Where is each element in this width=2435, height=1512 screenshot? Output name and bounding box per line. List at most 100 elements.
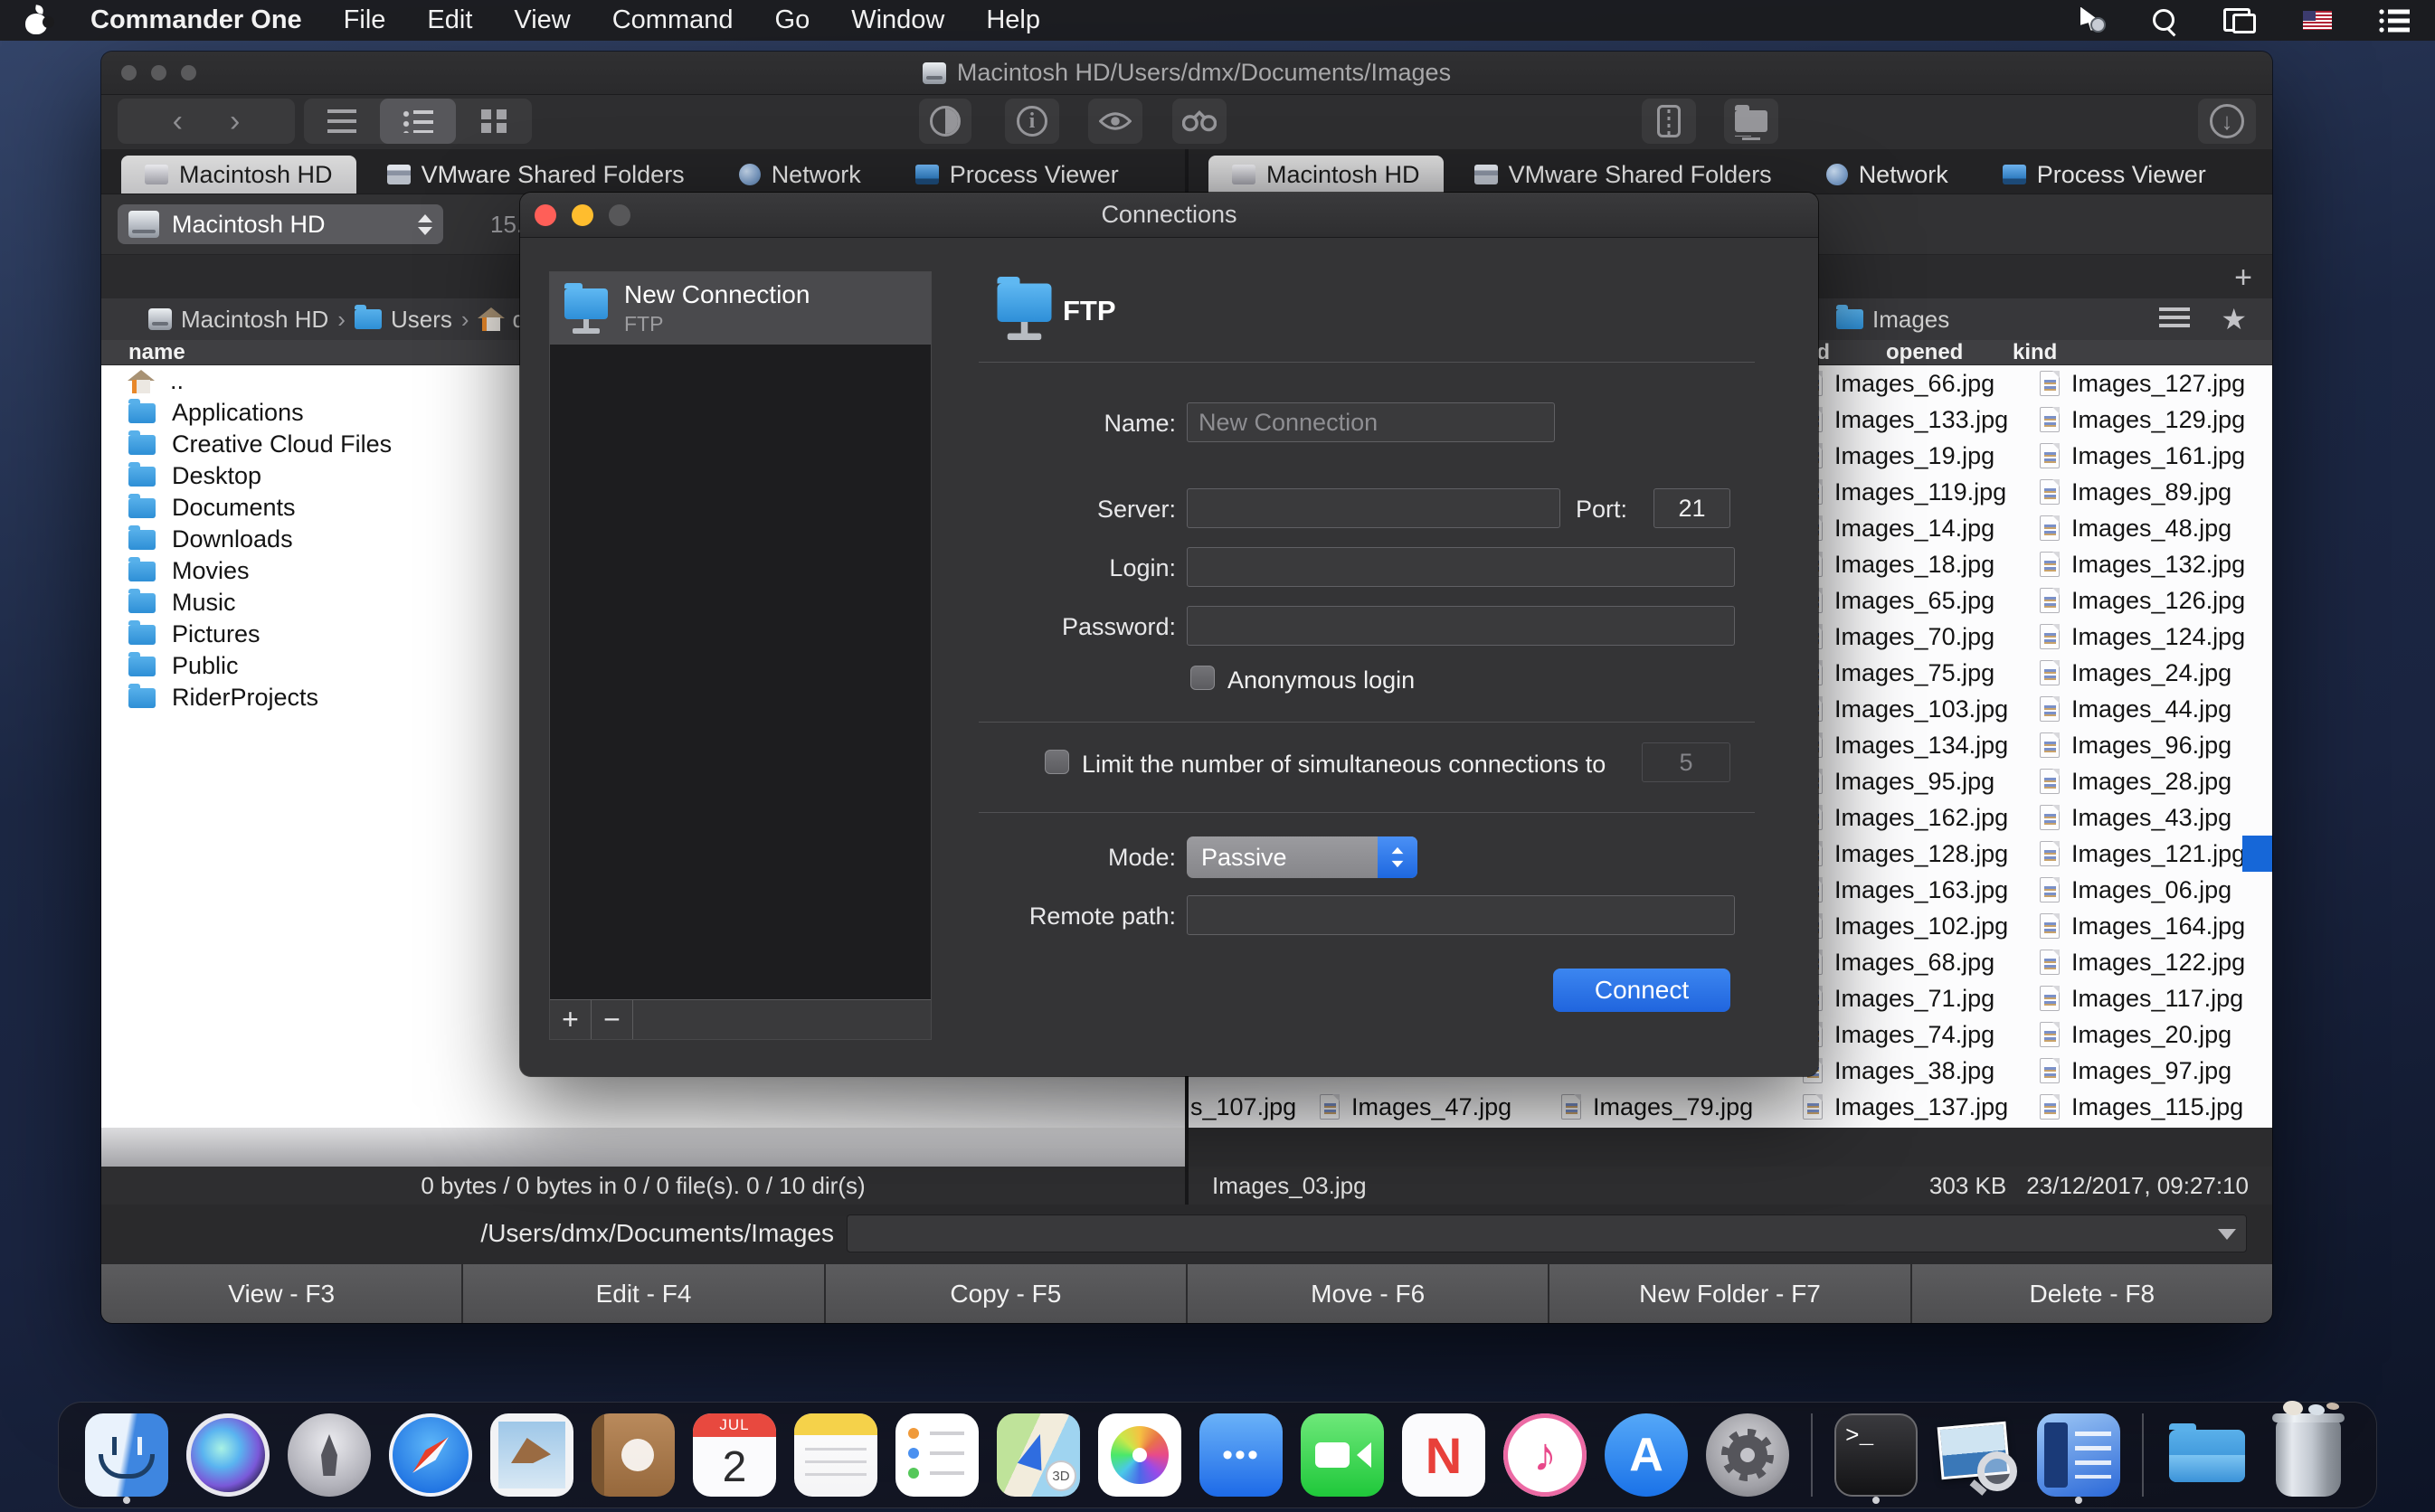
file-row[interactable]: Images_70.jpg	[1803, 619, 2040, 655]
file-row[interactable]: Images_18.jpg	[1803, 546, 2040, 582]
file-row[interactable]: Images_134.jpg	[1803, 727, 2040, 763]
remove-connection-button[interactable]: −	[592, 1000, 633, 1039]
file-row[interactable]: Images_117.jpg	[2040, 980, 2272, 1016]
command-line-input[interactable]	[847, 1214, 2247, 1252]
file-row[interactable]: s_107.jpg	[1190, 1089, 1296, 1125]
dock-calendar-icon[interactable]: JUL 2	[689, 1404, 780, 1506]
file-row[interactable]: Images_97.jpg	[2040, 1053, 2272, 1089]
dock-preview-icon[interactable]	[1932, 1404, 2023, 1506]
list-view-button[interactable]	[304, 99, 380, 144]
dock-messages-icon[interactable]: •••	[1196, 1404, 1286, 1506]
pane-tab[interactable]: Network	[1803, 156, 1972, 194]
file-row[interactable]: Images_48.jpg	[2040, 510, 2272, 546]
back-button[interactable]: ‹	[149, 106, 206, 137]
zoom-window-icon[interactable]	[181, 65, 196, 80]
minimize-window-icon[interactable]	[151, 65, 166, 80]
add-tab-button[interactable]: +	[2227, 262, 2260, 293]
menu-item[interactable]: Edit	[427, 5, 472, 35]
file-row[interactable]: Images_71.jpg	[1803, 980, 2040, 1016]
function-key-button[interactable]: Copy - F5	[826, 1264, 1186, 1323]
search-files-button[interactable]	[1172, 99, 1227, 144]
file-row[interactable]: Images_47.jpg	[1320, 1089, 1511, 1125]
menu-item[interactable]: Command	[612, 5, 734, 35]
pane-tab[interactable]: Network	[715, 156, 885, 194]
file-row[interactable]: Images_75.jpg	[1803, 655, 2040, 691]
add-connection-button[interactable]: +	[550, 1000, 592, 1039]
file-row[interactable]: Images_19.jpg	[1803, 438, 2040, 474]
list-menu-icon[interactable]	[2159, 307, 2190, 331]
file-row[interactable]: Images_44.jpg	[2040, 691, 2272, 727]
function-key-button[interactable]: Delete - F8	[1912, 1264, 2272, 1323]
dock-system-preferences-icon[interactable]	[1702, 1404, 1793, 1506]
dock-reminders-icon[interactable]	[892, 1404, 982, 1506]
menu-item[interactable]: File	[344, 5, 386, 35]
dock-mail-icon[interactable]	[487, 1404, 577, 1506]
file-row[interactable]: Images_122.jpg	[2040, 944, 2272, 980]
list-menu-icon[interactable]	[2379, 8, 2410, 33]
file-row[interactable]: Images_115.jpg	[2040, 1089, 2272, 1125]
preview-button[interactable]	[1088, 99, 1142, 144]
file-row[interactable]: Images_74.jpg	[1803, 1016, 2040, 1053]
file-row[interactable]: Images_20.jpg	[2040, 1016, 2272, 1053]
file-row[interactable]: Images_89.jpg	[2040, 474, 2272, 510]
info-button[interactable]: i	[1005, 99, 1059, 144]
anonymous-login-checkbox[interactable]	[1190, 666, 1215, 690]
dock-launchpad-icon[interactable]	[284, 1404, 374, 1506]
menu-item[interactable]: Window	[851, 5, 944, 35]
file-row[interactable]: Images_162.jpg	[1803, 799, 2040, 836]
function-key-button[interactable]: Move - F6	[1188, 1264, 1548, 1323]
file-row[interactable]: Images_137.jpg	[1803, 1089, 2040, 1125]
port-field[interactable]	[1653, 488, 1730, 528]
drive-selector[interactable]: Macintosh HD	[118, 204, 443, 244]
file-row[interactable]: Images_103.jpg	[1803, 691, 2040, 727]
dock-finder-icon[interactable]	[81, 1404, 172, 1506]
file-row[interactable]: Images_43.jpg	[2040, 799, 2272, 836]
connect-button[interactable]: Connect	[1553, 969, 1730, 1012]
pane-tab[interactable]: Process Viewer	[1979, 156, 2230, 194]
function-key-button[interactable]: New Folder - F7	[1549, 1264, 1909, 1323]
search-icon[interactable]	[2153, 9, 2176, 33]
close-window-icon[interactable]	[121, 65, 137, 80]
file-row[interactable]: Images_128.jpg	[1803, 836, 2040, 872]
login-field[interactable]	[1187, 547, 1735, 587]
dock-downloads-icon[interactable]	[2162, 1404, 2252, 1506]
dock-commander-one-icon[interactable]	[2033, 1404, 2124, 1506]
dock-safari-icon[interactable]	[385, 1404, 476, 1506]
file-row[interactable]: Images_126.jpg	[2040, 582, 2272, 619]
close-dialog-icon[interactable]	[535, 204, 556, 226]
dock-trash-icon[interactable]	[2263, 1404, 2354, 1506]
file-row[interactable]: Images_28.jpg	[2040, 763, 2272, 799]
breadcrumb-item[interactable]: Users	[391, 306, 452, 334]
dock-appstore-icon[interactable]: A	[1601, 1404, 1691, 1506]
pane-tab[interactable]: VMware Shared Folders	[1451, 156, 1795, 194]
connection-list-empty-area[interactable]	[550, 345, 931, 999]
downloads-queue-button[interactable]: ↓	[2198, 99, 2256, 144]
dock-itunes-icon[interactable]: ♪	[1500, 1404, 1590, 1506]
file-row[interactable]: Images_121.jpg	[2040, 836, 2272, 872]
dock-facetime-icon[interactable]	[1297, 1404, 1388, 1506]
menu-item[interactable]: Help	[986, 5, 1040, 35]
file-row[interactable]: Images_119.jpg	[1803, 474, 2040, 510]
file-row[interactable]: Images_06.jpg	[2040, 872, 2272, 908]
network-connect-button[interactable]	[1724, 99, 1778, 144]
dock-notes-icon[interactable]	[791, 1404, 881, 1506]
mode-select[interactable]: Passive	[1187, 836, 1417, 878]
dock-photos-icon[interactable]	[1094, 1404, 1185, 1506]
file-row[interactable]: Images_132.jpg	[2040, 546, 2272, 582]
dialog-title-bar[interactable]: Connections	[520, 193, 1818, 238]
function-key-button[interactable]: View - F3	[101, 1264, 461, 1323]
remote-path-field[interactable]	[1187, 895, 1735, 935]
minimize-dialog-icon[interactable]	[572, 204, 593, 226]
function-key-button[interactable]: Edit - F4	[463, 1264, 823, 1323]
dock-contacts-icon[interactable]	[588, 1404, 678, 1506]
file-row[interactable]: Images_124.jpg	[2040, 619, 2272, 655]
displays-icon[interactable]	[2223, 8, 2256, 33]
detail-view-button[interactable]	[380, 99, 456, 144]
limit-count-field[interactable]	[1642, 742, 1730, 782]
file-row[interactable]: Images_96.jpg	[2040, 727, 2272, 763]
pane-tab[interactable]: VMware Shared Folders	[364, 156, 708, 194]
file-row[interactable]: Images_164.jpg	[2040, 908, 2272, 944]
file-row[interactable]: Images_68.jpg	[1803, 944, 2040, 980]
menu-item[interactable]: View	[514, 5, 570, 35]
chevron-down-icon[interactable]	[2218, 1229, 2236, 1240]
